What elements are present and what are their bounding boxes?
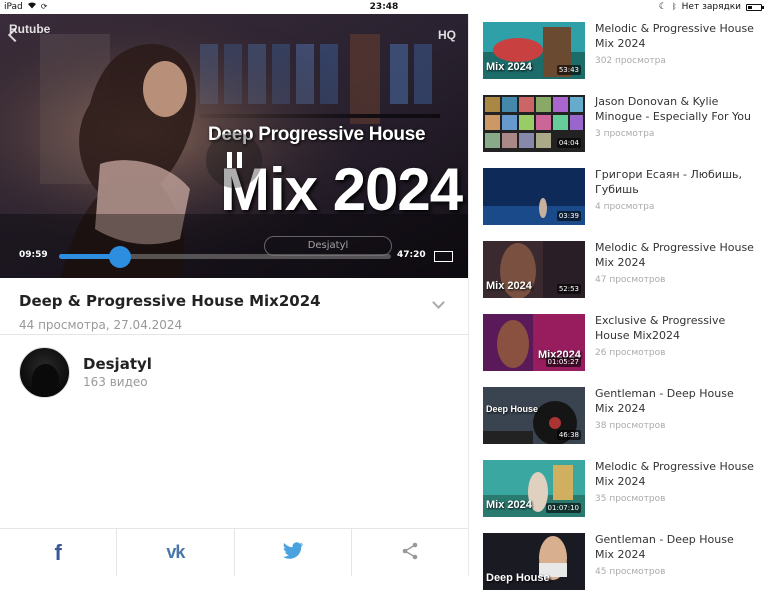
item-title[interactable]: Exclusive & Progressive House Mix2024 (595, 313, 755, 343)
duration-badge: 01:05:27 (545, 357, 581, 367)
duration-badge: 03:39 (556, 211, 581, 221)
video-thumbnail[interactable]: Mix2024 01:05:27 (483, 314, 585, 371)
chevron-down-icon[interactable] (432, 296, 445, 309)
item-views: 26 просмотров (595, 348, 666, 358)
item-views: 3 просмотра (595, 129, 655, 139)
moon-icon: ☾ (658, 2, 667, 12)
avatar[interactable] (19, 347, 70, 398)
share-vk-button[interactable]: vk (117, 529, 235, 576)
brand-logo: Rutube (9, 22, 51, 36)
share-icon (401, 542, 419, 564)
share-facebook-button[interactable]: f (0, 529, 118, 576)
status-bar: iPad ⟳ 23:48 ☾ ᛒ Нет зарядки (0, 0, 768, 14)
current-time: 09:59 (19, 250, 48, 260)
share-bar: f vk (0, 528, 468, 576)
facebook-icon: f (54, 539, 62, 565)
video-thumbnail[interactable]: 03:39 (483, 168, 585, 225)
duration-badge: 46:38 (556, 430, 581, 440)
video-meta: 44 просмотра, 27.04.2024 (19, 318, 183, 332)
divider (0, 334, 468, 335)
list-item[interactable]: Mix 2024 01:07:10 Melodic & Progressive … (469, 452, 768, 525)
list-item[interactable]: Mix2024 01:05:27 Exclusive & Progressive… (469, 306, 768, 379)
item-title[interactable]: Gentleman - Deep House Mix 2024 (595, 386, 755, 416)
list-item[interactable]: 04:04 Jason Donovan & Kylie Minogue - Es… (469, 87, 768, 160)
pause-bar-right (236, 152, 242, 168)
thumbnail-text: Deep House (486, 404, 539, 414)
pause-bar-left (226, 152, 232, 168)
video-thumbnail[interactable]: Mix 2024 53:43 (483, 22, 585, 79)
item-title[interactable]: Gentleman - Deep House Mix 2024 (595, 532, 755, 562)
related-list: Mix 2024 53:43 Melodic & Progressive Hou… (469, 14, 768, 590)
share-more-button[interactable] (352, 529, 468, 576)
list-item[interactable]: 03:39 Григори Есаян - Любишь, Губишь 4 п… (469, 160, 768, 233)
thumbnail-text: Mix 2024 (486, 61, 532, 73)
thumbnail-text: Mix 2024 (486, 280, 532, 292)
twitter-icon (282, 541, 304, 564)
item-title[interactable]: Melodic & Progressive House Mix 2024 (595, 240, 755, 270)
item-views: 35 просмотров (595, 494, 666, 504)
list-item[interactable]: Mix 2024 52:53 Melodic & Progressive Hou… (469, 233, 768, 306)
item-views: 302 просмотра (595, 56, 666, 66)
list-item[interactable]: Mix 2024 53:43 Melodic & Progressive Hou… (469, 14, 768, 87)
channel-video-count: 163 видео (83, 375, 148, 389)
duration: 47:20 (397, 250, 426, 260)
channel-pill[interactable]: Desjatyl (264, 236, 392, 256)
item-views: 38 просмотров (595, 421, 666, 431)
list-item[interactable]: Deep House Gentleman - Deep House Mix 20… (469, 525, 768, 598)
duration-badge: 52:53 (556, 284, 581, 294)
quality-button[interactable]: HQ (438, 28, 456, 42)
thumbnail-text: Mix 2024 (486, 499, 532, 511)
video-thumbnail[interactable]: Deep House 46:38 (483, 387, 585, 444)
status-time: 23:48 (369, 2, 399, 12)
pause-button[interactable] (206, 132, 262, 188)
battery-text: Нет зарядки (681, 2, 741, 12)
battery-icon (746, 4, 764, 11)
item-title[interactable]: Jason Donovan & Kylie Minogue - Especial… (595, 94, 755, 124)
item-views: 4 просмотра (595, 202, 655, 212)
video-thumbnail[interactable]: 04:04 (483, 95, 585, 152)
thumbnail-text: Deep House (486, 572, 550, 584)
channel-name[interactable]: Desjatyl (83, 355, 152, 373)
duration-badge: 01:07:10 (545, 503, 581, 513)
bluetooth-icon: ᛒ (671, 2, 677, 11)
item-title[interactable]: Melodic & Progressive House Mix 2024 (595, 459, 755, 489)
share-twitter-button[interactable] (235, 529, 352, 576)
progress-slider[interactable] (59, 246, 391, 268)
video-thumbnail[interactable]: Mix 2024 52:53 (483, 241, 585, 298)
video-player[interactable]: Rutube HQ Deep Progressive House Mix 202… (0, 14, 468, 278)
item-title[interactable]: Melodic & Progressive House Mix 2024 (595, 21, 755, 51)
duration-badge: 53:43 (556, 65, 581, 75)
vk-icon: vk (166, 542, 185, 562)
list-item[interactable]: Deep House 46:38 Gentleman - Deep House … (469, 379, 768, 452)
video-title: Deep & Progressive House Mix2024 (19, 292, 321, 310)
video-thumbnail[interactable]: Deep House (483, 533, 585, 590)
duration-badge: 04:04 (556, 138, 581, 148)
item-views: 47 просмотров (595, 275, 666, 285)
status-right: ☾ ᛒ Нет зарядки (658, 0, 764, 14)
fullscreen-icon[interactable] (434, 251, 453, 262)
video-thumbnail[interactable]: Mix 2024 01:07:10 (483, 460, 585, 517)
item-title[interactable]: Григори Есаян - Любишь, Губишь (595, 167, 755, 197)
